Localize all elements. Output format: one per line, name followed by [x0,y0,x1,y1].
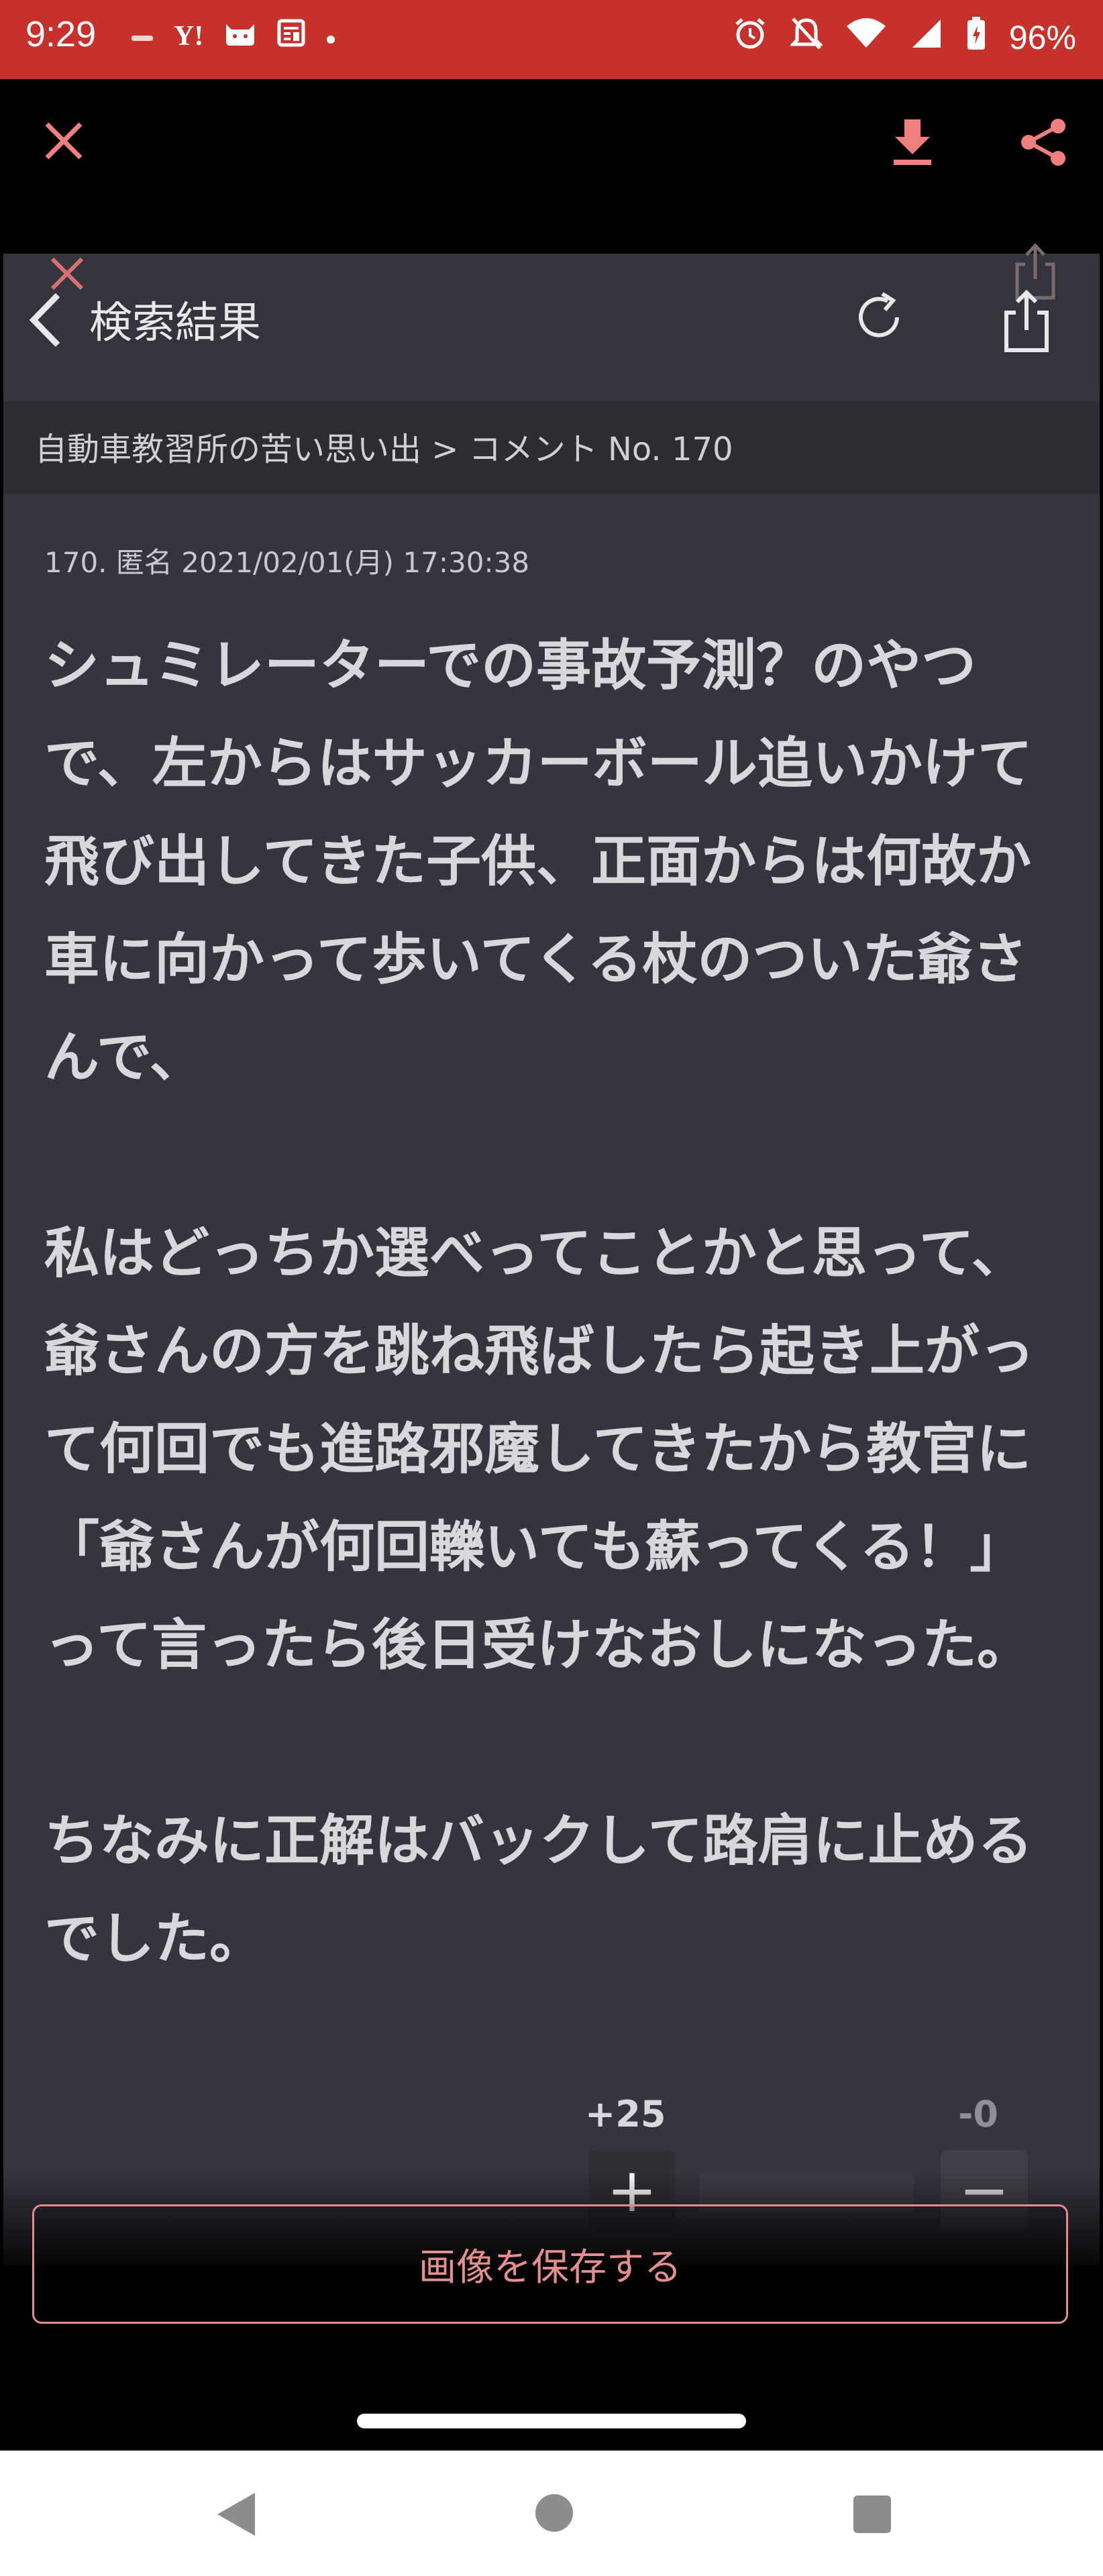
close-icon [48,255,86,295]
reload-icon[interactable] [849,287,909,350]
share-icon[interactable] [1000,287,1053,357]
share-icon[interactable] [1016,115,1070,169]
dot-icon [325,21,336,52]
mute-icon [788,16,824,59]
yahoo-icon: Y! [174,21,204,52]
comment-meta: 170. 匿名 2021/02/01(月) 17:30:38 [44,546,530,579]
back-triangle-icon[interactable] [213,2490,258,2541]
comment-paragraph: シュミレーターでの事故予測？のやつで、左からはサッカーボール追いかけて飛び出して… [44,634,1033,1089]
battery-percent: 96% [1008,19,1076,56]
news-icon [277,19,305,54]
comment-paragraph: ちなみに正解はバックして路肩に止めるでした。 [44,1809,1033,1971]
plus-vote-count: +25 [585,2093,666,2135]
notification-icon [131,21,154,52]
breadcrumb[interactable]: 自動車教習所の苦い思い出 > コメント No. 170 [35,423,733,470]
cat-icon [223,19,257,54]
chevron-left-icon[interactable] [25,290,66,353]
page-title: 検索結果 [89,299,261,348]
alarm-icon [733,16,768,59]
recents-square-icon[interactable] [853,2496,891,2533]
close-icon[interactable] [40,117,87,164]
signal-icon [910,17,943,58]
status-bar: 9:29 Y! 96% [0,0,1103,79]
paragraph-spacer [44,1107,1051,1205]
status-time: 9:29 [25,14,97,54]
wifi-icon [845,17,887,58]
status-icons-left: Y! [131,19,336,54]
comment-body: シュミレーターでの事故予測？のやつで、左からはサッカーボール追いかけて飛び出して… [44,617,1051,1988]
download-icon[interactable] [886,115,939,169]
comment-paragraph: 私はどっちか選べってことかと思って、爺さんの方を跳ね飛ばしたら起き上がって何回で… [44,1222,1035,1677]
battery-icon [966,16,986,59]
minus-vote-count: -0 [958,2093,998,2135]
home-indicator[interactable] [357,2414,746,2428]
status-icons-right: 96% [733,16,1076,59]
save-image-button[interactable]: 画像を保存する [32,2204,1068,2324]
paragraph-spacer [44,1695,1051,1792]
home-circle-icon[interactable] [535,2494,573,2532]
